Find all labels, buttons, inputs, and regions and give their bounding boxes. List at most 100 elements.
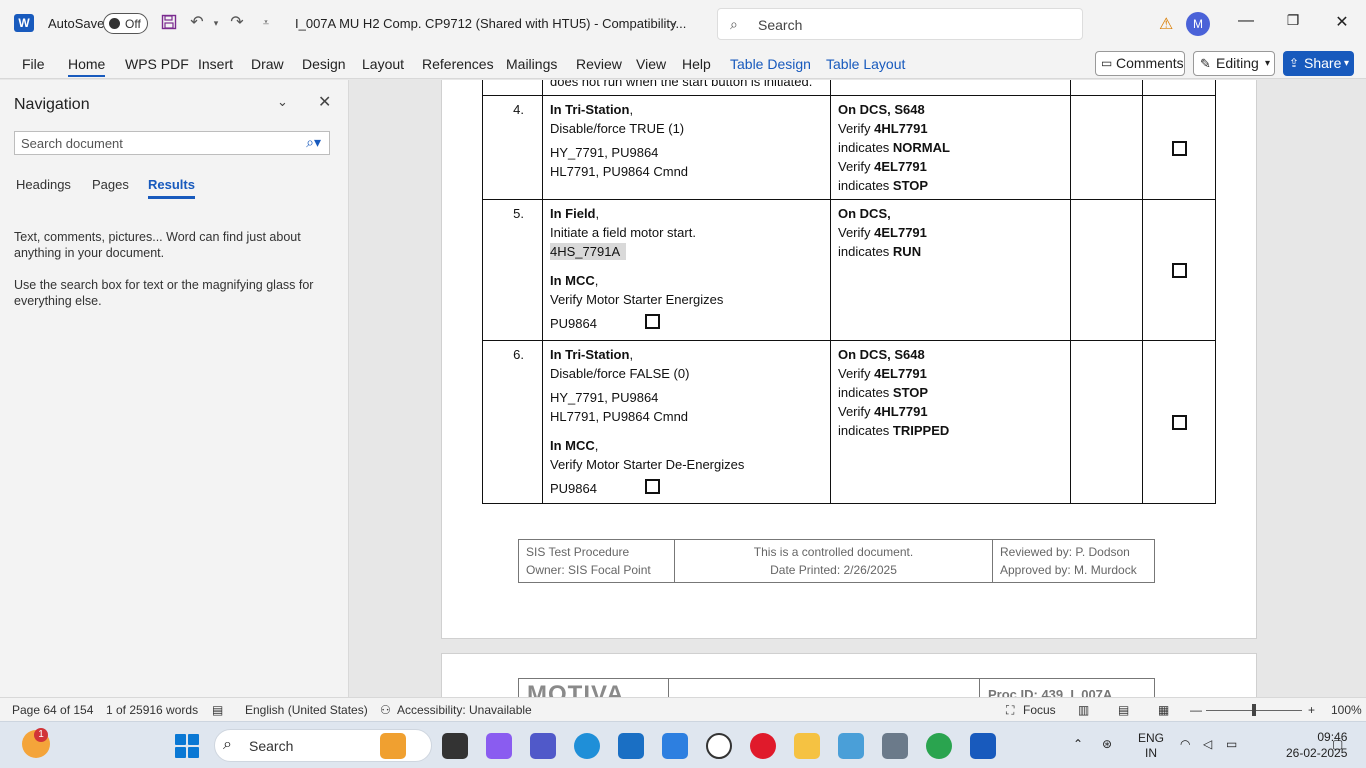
proofing-icon[interactable]: ▤ <box>212 703 223 717</box>
action-cell[interactable]: In Field, Initiate a field motor start. … <box>542 199 831 341</box>
search-document-input[interactable]: Search document ⌕▾ <box>14 131 330 155</box>
tab-draw[interactable]: Draw <box>251 56 284 72</box>
search-icon[interactable]: ⌕▾ <box>306 134 321 151</box>
accessibility-status[interactable]: Accessibility: Unavailable <box>397 703 532 717</box>
undo-icon[interactable]: ↶ <box>188 14 206 32</box>
word-app-icon[interactable]: W <box>14 14 34 32</box>
wifi-icon[interactable]: ◠ <box>1180 737 1190 751</box>
table-cell[interactable]: does not run when the start button is in… <box>542 80 831 96</box>
warning-icon[interactable]: ⚠ <box>1159 14 1177 33</box>
widget-icon[interactable] <box>380 733 406 759</box>
table-cell[interactable] <box>1142 199 1216 341</box>
footer-right[interactable]: Reviewed by: P. Dodson Approved by: M. M… <box>992 539 1155 583</box>
tab-view[interactable]: View <box>636 56 666 72</box>
tab-home[interactable]: Home <box>68 56 106 77</box>
web-layout-icon[interactable]: ▦ <box>1158 703 1169 717</box>
zoom-in-icon[interactable]: + <box>1308 703 1315 717</box>
document-page[interactable]: does not run when the start button is in… <box>441 80 1257 639</box>
page-count[interactable]: Page 64 of 154 <box>12 703 93 717</box>
tab-file[interactable]: File <box>22 56 45 72</box>
step-number[interactable]: 6. <box>482 340 543 504</box>
tab-design[interactable]: Design <box>302 56 346 72</box>
dell-icon[interactable] <box>706 733 732 759</box>
save-icon[interactable] <box>160 14 178 32</box>
zoom-level[interactable]: 100% <box>1331 703 1362 717</box>
chrome-icon[interactable] <box>926 733 952 759</box>
redo-icon[interactable]: ↷ <box>228 14 246 32</box>
tab-review[interactable]: Review <box>576 56 622 72</box>
table-cell[interactable] <box>1070 199 1143 341</box>
table-cell[interactable] <box>1142 80 1216 96</box>
avatar[interactable]: M <box>1186 12 1210 36</box>
focus-button[interactable]: Focus <box>1023 703 1056 717</box>
print-layout-icon[interactable]: ▤ <box>1118 703 1129 717</box>
app-icon[interactable] <box>882 733 908 759</box>
step-number[interactable]: 5. <box>482 199 543 341</box>
customize-toolbar-icon[interactable]: ⩡ <box>257 14 275 32</box>
battery-icon[interactable]: ▭ <box>1226 737 1237 751</box>
store-icon[interactable] <box>618 733 644 759</box>
editing-mode-button[interactable]: ✎ Editing ▾ <box>1193 51 1275 76</box>
table-cell[interactable] <box>1070 80 1143 96</box>
restore-icon[interactable]: ❐ <box>1281 12 1305 29</box>
action-cell[interactable]: In Tri-Station, Disable/force TRUE (1) H… <box>542 95 831 200</box>
tab-layout[interactable]: Layout <box>362 56 404 72</box>
chevron-down-icon[interactable]: ⌄ <box>668 14 678 28</box>
start-icon[interactable] <box>175 734 199 758</box>
language-indicator[interactable]: ENG IN <box>1138 731 1164 761</box>
task-view-icon[interactable] <box>442 733 468 759</box>
tab-help[interactable]: Help <box>682 56 711 72</box>
checkbox-icon[interactable] <box>644 314 660 330</box>
expected-cell[interactable]: On DCS, S648 Verify 4HL7791 indicates NO… <box>830 95 1071 200</box>
document-title[interactable]: I_007A MU H2 Comp. CP9712 (Shared with H… <box>295 16 686 31</box>
teams-icon[interactable] <box>530 733 556 759</box>
checkbox-icon[interactable] <box>1171 415 1187 431</box>
photos-icon[interactable] <box>838 733 864 759</box>
copilot-icon[interactable] <box>486 733 512 759</box>
checkbox-icon[interactable] <box>1171 140 1187 156</box>
tab-results[interactable]: Results <box>148 177 195 199</box>
minimize-icon[interactable]: — <box>1234 12 1258 30</box>
table-cell[interactable] <box>1070 95 1143 200</box>
checkbox-icon[interactable] <box>644 479 660 495</box>
action-cell[interactable]: In Tri-Station, Disable/force FALSE (0) … <box>542 340 831 504</box>
opera-icon[interactable] <box>750 733 776 759</box>
zoom-slider-thumb[interactable] <box>1252 704 1256 716</box>
tab-wps-pdf[interactable]: WPS PDF <box>125 56 189 72</box>
document-canvas[interactable]: does not run when the start button is in… <box>350 80 1366 697</box>
tab-table-design[interactable]: Table Design <box>730 56 811 72</box>
close-icon[interactable]: ✕ <box>318 92 331 112</box>
next-document-page[interactable]: MOTIVA Proc ID: 439_I_007A <box>441 653 1257 697</box>
language[interactable]: English (United States) <box>245 703 368 717</box>
edge-icon[interactable] <box>574 733 600 759</box>
notification-icon[interactable]: ▢ <box>1332 737 1343 751</box>
file-explorer-icon[interactable] <box>794 733 820 759</box>
table-cell[interactable] <box>1142 340 1216 504</box>
checkbox-icon[interactable] <box>1171 263 1187 279</box>
tab-pages[interactable]: Pages <box>92 177 129 192</box>
comments-button[interactable]: ▭ Comments <box>1095 51 1185 76</box>
power-automate-icon[interactable] <box>662 733 688 759</box>
chevron-down-icon[interactable]: ⌄ <box>277 94 288 110</box>
tab-insert[interactable]: Insert <box>198 56 233 72</box>
tab-mailings[interactable]: Mailings <box>506 56 557 72</box>
read-mode-icon[interactable]: ▥ <box>1078 703 1089 717</box>
tab-table-layout[interactable]: Table Layout <box>826 56 905 72</box>
expected-cell[interactable]: On DCS, S648 Verify 4EL7791 indicates ST… <box>830 340 1071 504</box>
expected-cell[interactable]: On DCS, Verify 4EL7791 indicates RUN <box>830 199 1071 341</box>
chevron-up-icon[interactable]: ⌃ <box>1073 737 1083 751</box>
step-number[interactable]: 4. <box>482 95 543 200</box>
undo-dropdown-icon[interactable]: ▾ <box>207 14 225 32</box>
table-cell[interactable] <box>830 80 1071 96</box>
network-status-icon[interactable]: ⊛ <box>1102 737 1112 751</box>
close-icon[interactable]: ✕ <box>1330 12 1354 32</box>
zoom-out-icon[interactable]: — <box>1190 703 1202 717</box>
table-cell[interactable] <box>1070 340 1143 504</box>
table-cell[interactable] <box>1142 95 1216 200</box>
table-cell[interactable] <box>482 80 543 96</box>
search-box[interactable]: ⌕ Search <box>717 8 1083 40</box>
footer-middle[interactable]: This is a controlled document. Date Prin… <box>674 539 993 583</box>
autosave-toggle[interactable]: Off <box>103 13 148 34</box>
word-taskbar-icon[interactable] <box>970 733 996 759</box>
footer-left[interactable]: SIS Test Procedure Owner: SIS Focal Poin… <box>518 539 675 583</box>
